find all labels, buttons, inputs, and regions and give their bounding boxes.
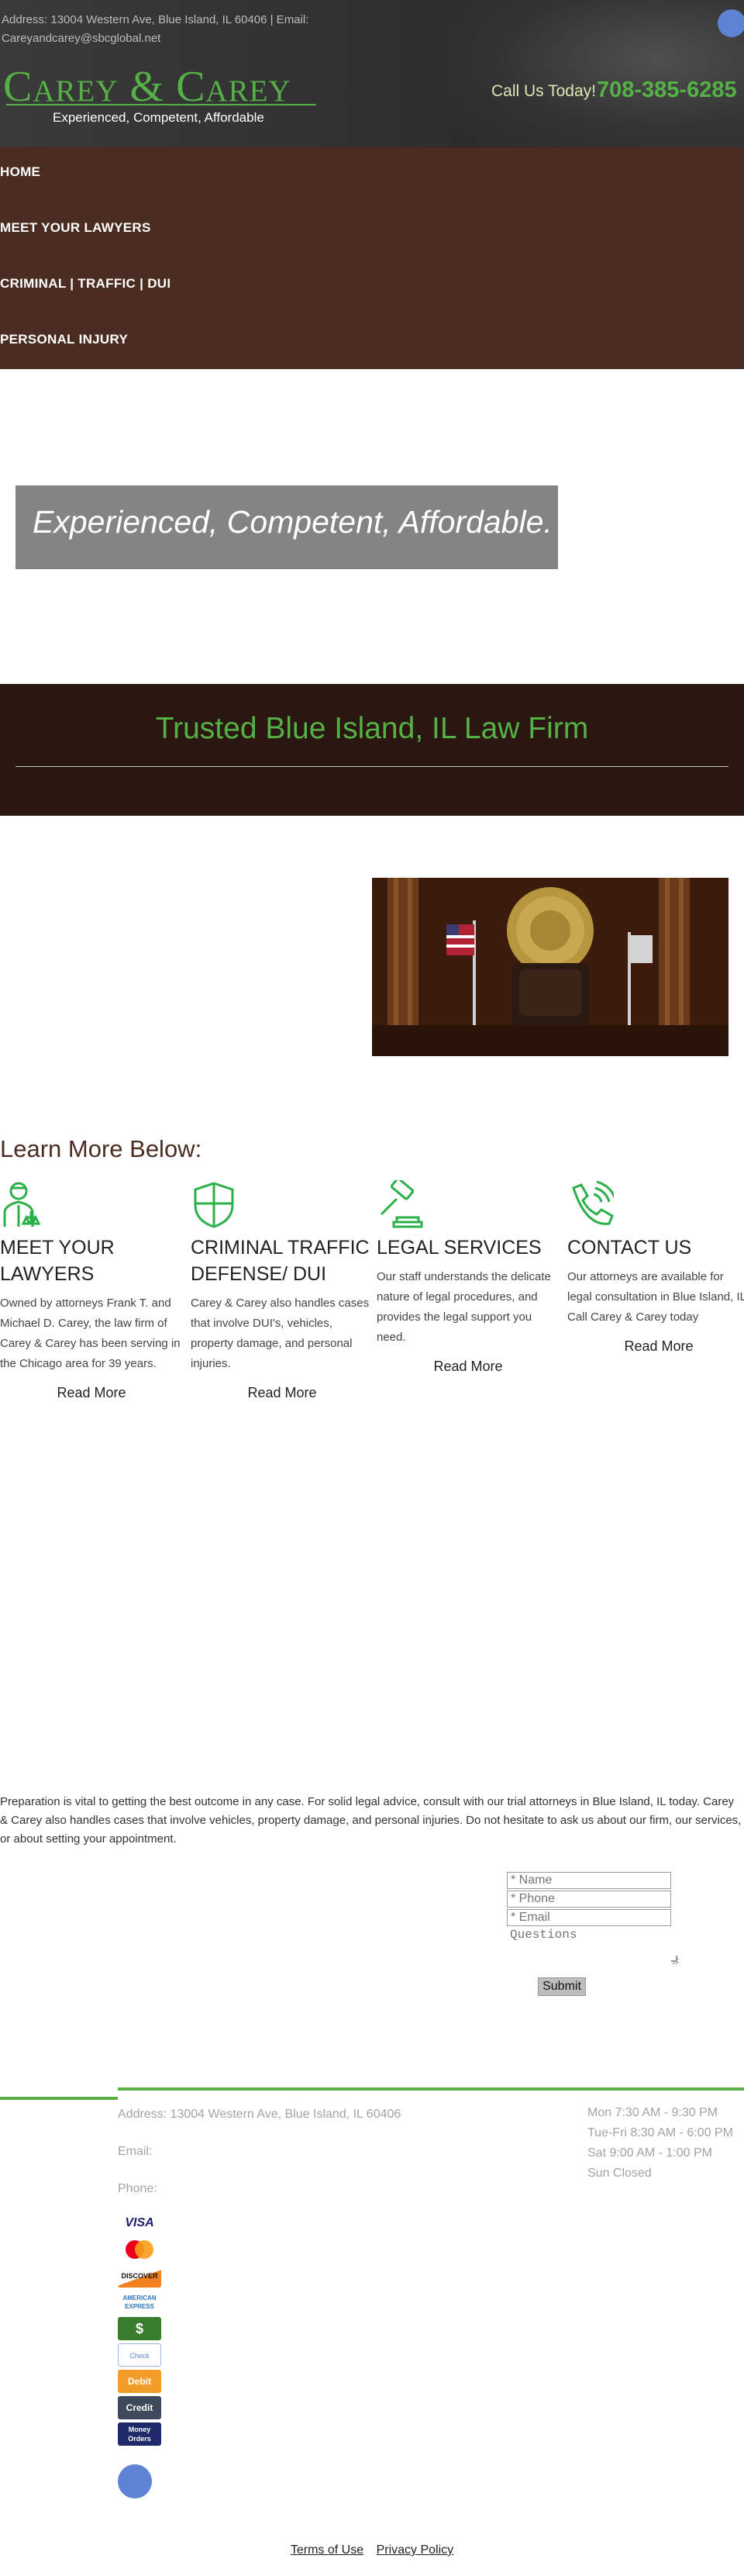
cash-icon: $ [118,2317,161,2340]
footer-links: Terms of Use Privacy Policy [0,2543,744,2557]
hours-line: Tue-Fri 8:30 AM - 6:00 PM [587,2126,733,2139]
credit-icon: Credit [118,2396,161,2419]
resize-handle-icon[interactable] [671,1956,677,1962]
visa-icon: VISA [125,2216,154,2229]
card-meet-your-lawyers: MEET YOUR LAWYERS Owned by attorneys Fra… [0,1180,183,1401]
learn-more-heading: Learn More Below: [0,1135,202,1162]
main-nav: HOME MEET YOUR LAWYERS CRIMINAL | TRAFFI… [0,147,744,369]
hours-line: Sun Closed [587,2167,652,2180]
logo-underline [6,104,316,105]
card-title: CONTACT US [567,1237,692,1259]
gavel-icon [377,1177,423,1230]
hero-headline: Experienced, Competent, Affordable. [33,504,553,540]
card-legal-services: LEGAL SERVICES Our staff understands the… [377,1177,560,1375]
nav-item-meet-your-lawyers[interactable]: MEET YOUR LAWYERS [0,220,151,236]
site-header: Address: 13004 Western Ave, Blue Island,… [0,0,744,147]
hours-line: Sat 9:00 AM - 1:00 PM [587,2146,712,2160]
submit-button[interactable]: Submit [538,1977,586,1996]
header-address: Address: 13004 Western Ave, Blue Island,… [2,13,309,45]
card-text: Our staff understands the delicate natur… [377,1270,551,1344]
terms-of-use-link[interactable]: Terms of Use [291,2543,363,2557]
trusted-title: Trusted Blue Island, IL Law Firm [155,712,589,745]
nav-item-home[interactable]: HOME [0,164,40,180]
card-title: MEET YOUR LAWYERS [0,1237,115,1285]
card-text: Our attorneys are available for legal co… [567,1270,744,1324]
trusted-band: Trusted Blue Island, IL Law Firm [0,684,744,816]
header-tagline: Experienced, Competent, Affordable [53,110,264,125]
call-us-label: Call Us Today! [491,82,597,100]
read-more-link[interactable]: Read More [0,1385,183,1401]
header-background-texture [450,0,744,147]
questions-field[interactable] [507,1926,679,1965]
footer-accent-bar-right [118,2087,744,2091]
card-title: CRIMINAL TRAFFIC DEFENSE/ DUI [191,1237,370,1285]
privacy-policy-link[interactable]: Privacy Policy [377,2543,454,2557]
read-more-link[interactable]: Read More [377,1359,560,1375]
header-phone-link[interactable]: 708-385-6285 [597,78,737,103]
phone-icon [567,1180,617,1230]
money-orders-icon: Money Orders [118,2422,161,2446]
name-field[interactable] [507,1872,671,1889]
card-title: LEGAL SERVICES [377,1237,542,1259]
amex-icon: AMERICAN EXPRESS [118,2291,161,2314]
courtroom-illustration [372,878,728,1056]
nav-item-personal-injury[interactable]: PERSONAL INJURY [0,332,128,347]
hours-line: Mon 7:30 AM - 9:30 PM [587,2106,718,2119]
email-field[interactable] [507,1909,671,1926]
debit-icon: Debit [118,2370,161,2393]
footer-address: Address: 13004 Western Ave, Blue Island,… [118,2108,401,2121]
check-icon: Check [118,2343,161,2367]
read-more-link[interactable]: Read More [567,1338,744,1355]
card-criminal-traffic-defense: CRIMINAL TRAFFIC DEFENSE/ DUI Carey & Ca… [191,1180,374,1401]
accessibility-icon[interactable] [718,9,744,37]
card-text: Carey & Carey also handles cases that in… [191,1297,370,1370]
phone-field[interactable] [507,1891,671,1908]
accessibility-icon[interactable] [118,2464,152,2498]
hero-banner: Experienced, Competent, Affordable. [16,485,558,569]
footer-accent-bar-left [0,2097,118,2100]
lawyer-icon [0,1180,46,1230]
card-text: Owned by attorneys Frank T. and Michael … [0,1297,181,1370]
read-more-link[interactable]: Read More [191,1385,374,1401]
preparation-text: Preparation is vital to getting the best… [0,1795,742,1846]
footer-phone-label: Phone: [118,2182,157,2195]
footer-email-label: Email: [118,2145,153,2158]
business-hours: Mon 7:30 AM - 9:30 PM Tue-Fri 8:30 AM - … [587,2103,733,2184]
trusted-divider [16,766,728,767]
discover-icon: DISCOVER [118,2264,161,2288]
nav-item-criminal-traffic-dui[interactable]: CRIMINAL | TRAFFIC | DUI [0,276,170,292]
courtroom-image [372,878,728,1056]
card-contact-us: CONTACT US Our attorneys are available f… [567,1180,744,1355]
shield-icon [191,1180,237,1230]
mastercard-icon [118,2238,161,2261]
